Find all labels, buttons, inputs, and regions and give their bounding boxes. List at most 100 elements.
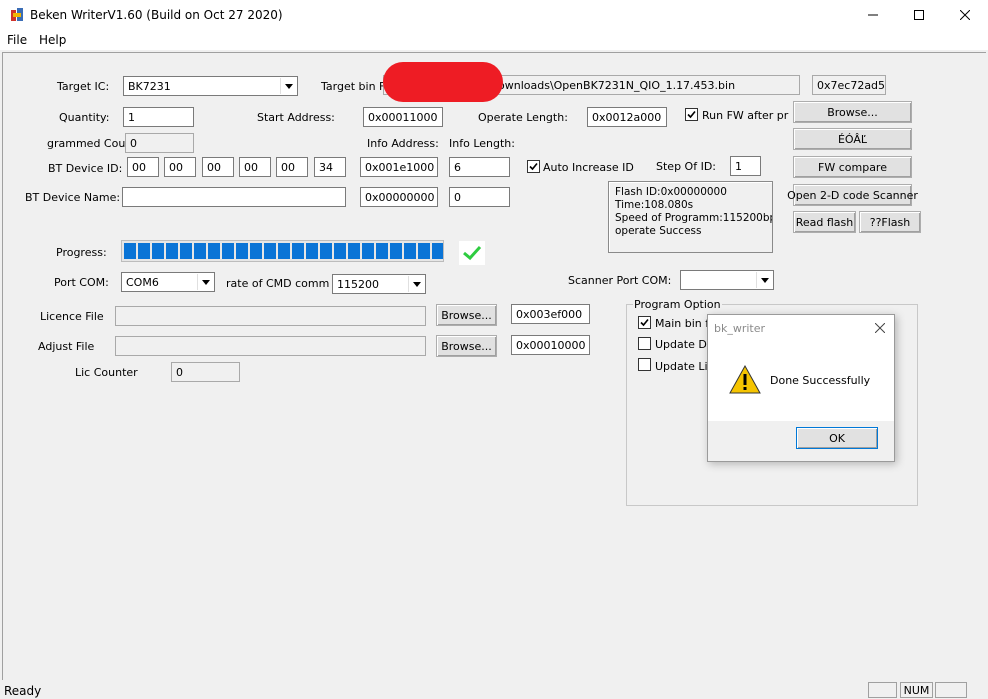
scanner-port-label: Scanner Port COM: <box>568 274 672 287</box>
target-bin-path-text: ownloads\OpenBK7231N_QIO_1.17.453.bin <box>498 79 736 92</box>
step-of-id-input[interactable]: 1 <box>730 156 761 176</box>
read-flash-button[interactable]: Read flash <box>793 211 856 233</box>
bt-id-byte-5[interactable]: 00 <box>276 157 308 177</box>
redaction-mark <box>383 62 503 102</box>
name-address-input[interactable]: 0x00000000 <box>360 187 438 207</box>
progress-segment <box>292 243 304 259</box>
progress-segment <box>404 243 416 259</box>
chevron-down-icon <box>197 274 213 290</box>
status-num: NUM <box>900 682 933 698</box>
auto-increase-checkbox[interactable] <box>527 160 540 173</box>
close-icon <box>960 10 970 20</box>
erase-button[interactable]: ÉÓÂĽ <box>793 128 912 150</box>
ok-button[interactable]: OK <box>796 427 878 449</box>
status-ready: Ready <box>4 684 42 698</box>
baud-rate-select[interactable]: 115200 <box>332 274 426 294</box>
operate-length-label: Operate Length: <box>478 111 568 124</box>
auto-increase-label: Auto Increase ID <box>543 161 634 174</box>
bt-device-name-input[interactable] <box>122 187 346 207</box>
progress-segment <box>264 243 276 259</box>
progress-segment <box>180 243 192 259</box>
info-address-label: Info Address: <box>367 137 439 150</box>
minimize-button[interactable] <box>850 0 896 30</box>
bt-device-id-label: BT Device ID: <box>48 162 123 175</box>
status-line: Flash ID:0x00000000 <box>615 186 727 198</box>
operate-length-input[interactable]: 0x0012a000 <box>587 107 667 127</box>
program-option-title: Program Option <box>633 298 722 311</box>
bt-id-byte-2[interactable]: 00 <box>164 157 196 177</box>
info-address-input[interactable]: 0x001e1000 <box>360 157 438 177</box>
adjust-address-input[interactable]: 0x00010000 <box>511 335 590 355</box>
menu-file[interactable]: File <box>7 33 27 47</box>
message-dialog: bk_writer Done Successfully OK <box>707 314 895 462</box>
run-fw-checkbox[interactable] <box>685 108 698 121</box>
progress-segment <box>138 243 150 259</box>
licence-browse-button[interactable]: Browse... <box>436 304 497 326</box>
quantity-input[interactable]: 1 <box>123 107 194 127</box>
status-line: operate Success <box>615 225 702 237</box>
progress-segment <box>306 243 318 259</box>
progress-segment <box>278 243 290 259</box>
main-bin-checkbox[interactable] <box>638 316 651 329</box>
lic-counter-field: 0 <box>171 362 240 382</box>
bt-id-byte-6[interactable]: 34 <box>314 157 346 177</box>
adjust-browse-button[interactable]: Browse... <box>436 335 497 357</box>
start-address-input[interactable]: 0x00011000 <box>363 107 443 127</box>
maximize-button[interactable] <box>896 0 942 30</box>
flash-button[interactable]: ??Flash <box>859 211 921 233</box>
close-icon <box>875 323 885 333</box>
fw-compare-button[interactable]: FW compare <box>793 156 912 178</box>
scanner-port-select[interactable] <box>680 270 774 290</box>
progress-segment <box>166 243 178 259</box>
checkmark-icon <box>529 162 538 171</box>
progress-segment <box>390 243 402 259</box>
status-panel: Flash ID:0x00000000 Time:108.080s Speed … <box>608 181 773 253</box>
baud-rate-value: 115200 <box>337 278 379 291</box>
info-length-label: Info Length: <box>449 137 515 150</box>
warning-icon <box>729 365 761 394</box>
licence-file-label: Licence File <box>40 310 104 323</box>
info-length-input[interactable]: 6 <box>449 157 510 177</box>
run-fw-label: Run FW after pr <box>702 109 789 122</box>
baud-rate-label: rate of CMD comm <box>226 277 330 290</box>
status-line: Speed of Programm:115200bps <box>615 212 773 224</box>
licence-address-input[interactable]: 0x003ef000 <box>511 304 590 324</box>
status-line: Time:108.080s <box>615 199 694 211</box>
progress-segment <box>152 243 164 259</box>
dialog-title: bk_writer <box>714 322 766 335</box>
port-com-select[interactable]: COM6 <box>121 272 215 292</box>
port-com-value: COM6 <box>126 276 159 289</box>
chevron-down-icon <box>408 276 424 292</box>
progress-label: Progress: <box>56 246 107 259</box>
dialog-close-button[interactable] <box>872 320 888 336</box>
progress-segment <box>250 243 262 259</box>
target-bin-label: Target bin Fil <box>321 80 391 93</box>
bt-device-name-label: BT Device Name: <box>25 191 121 204</box>
close-button[interactable] <box>942 0 988 30</box>
title-bar: Beken WriterV1.60 (Build on Oct 27 2020) <box>0 0 988 30</box>
progress-segment <box>208 243 220 259</box>
status-panel-empty <box>868 682 897 698</box>
update-dev-checkbox[interactable] <box>638 337 651 350</box>
status-bar: Ready NUM <box>0 681 988 699</box>
update-lic-checkbox[interactable] <box>638 358 651 371</box>
browse-button[interactable]: Browse... <box>793 101 912 123</box>
adjust-file-field <box>115 336 426 356</box>
step-of-id-label: Step Of ID: <box>656 160 716 173</box>
dialog-footer: OK <box>708 421 894 461</box>
menu-help[interactable]: Help <box>39 33 66 47</box>
bt-id-byte-1[interactable]: 00 <box>127 157 159 177</box>
menu-bar: File Help <box>0 30 988 50</box>
window-title: Beken WriterV1.60 (Build on Oct 27 2020) <box>30 8 283 22</box>
bt-id-byte-3[interactable]: 00 <box>202 157 234 177</box>
progress-bar <box>121 240 444 262</box>
checkmark-icon <box>687 110 696 119</box>
progress-segment <box>418 243 430 259</box>
bt-id-byte-4[interactable]: 00 <box>239 157 271 177</box>
target-ic-select[interactable]: BK7231 <box>123 76 298 96</box>
name-length-input[interactable]: 0 <box>449 187 510 207</box>
maximize-icon <box>914 10 924 20</box>
open-scanner-button[interactable]: Open 2-D code Scanner <box>787 184 918 206</box>
programmed-count-field: 0 <box>125 133 194 153</box>
progress-segment <box>376 243 388 259</box>
